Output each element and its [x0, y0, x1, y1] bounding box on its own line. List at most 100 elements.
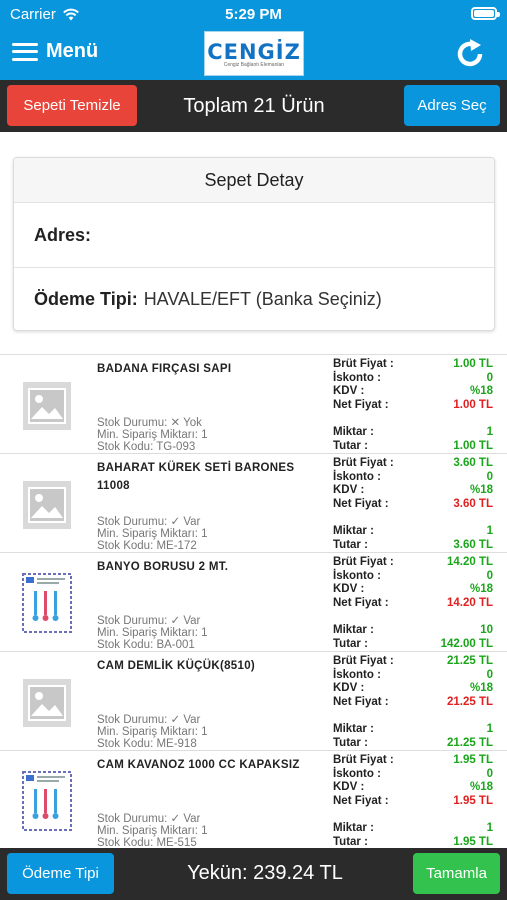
discount: 0 — [486, 470, 493, 483]
discount: 0 — [486, 569, 493, 582]
line-total: 3.60 TL — [453, 538, 493, 551]
discount-label: İskonto : — [333, 371, 381, 384]
cart-item-row[interactable]: BAHARAT KÜREK SETİ BARONES 11008 Stok Dur… — [0, 453, 507, 552]
discount-label: İskonto : — [333, 767, 381, 780]
quantity: 1 — [486, 426, 493, 438]
cart-item-list[interactable]: BADANA FIRÇASI SAPI Stok Durumu: ✕ Yok Min… — [0, 354, 507, 848]
quantity-label: Miktar : — [333, 723, 374, 735]
net-price-label: Net Fiyat : — [333, 497, 389, 510]
stock-code: Stok Kodu: TG-093 — [97, 441, 196, 453]
logo-tagline: Cengiz Bağlantı Elemanları — [223, 61, 285, 68]
net-price: 1.95 TL — [453, 794, 493, 807]
cart-item-row[interactable]: CAM KAVANOZ 1000 CC KAPAKSIZ Stok Durumu:… — [0, 750, 507, 848]
stock-status: Stok Durumu: ✓ Var — [97, 615, 201, 627]
vat: %18 — [469, 781, 493, 793]
product-meta: Stok Durumu: ✓ Var Min. Sipariş Miktarı: … — [97, 615, 208, 651]
quantity: 10 — [480, 624, 493, 636]
gross-price-label: Brüt Fiyat : — [333, 754, 394, 766]
price-summary: Brüt Fiyat : 21.25 TL İskonto : 0 KDV : %18 Ne… — [333, 655, 493, 750]
payment-type-value: HAVALE/EFT (Banka Seçiniz) — [143, 289, 382, 309]
grand-total: Yekün: 239.24 TL — [187, 862, 343, 884]
min-order-qty: Min. Sipariş Miktarı: 1 — [97, 528, 208, 540]
price-summary: Brüt Fiyat : 1.00 TL İskonto : 0 KDV : %18 Net… — [333, 358, 493, 453]
gross-price: 3.60 TL — [453, 457, 493, 469]
vat: %18 — [469, 583, 493, 595]
discount-label: İskonto : — [333, 668, 381, 681]
stock-code: Stok Kodu: ME-918 — [97, 738, 197, 750]
gross-price: 1.00 TL — [453, 358, 493, 370]
min-order-qty: Min. Sipariş Miktarı: 1 — [97, 726, 208, 738]
vat-label: KDV : — [333, 583, 365, 595]
product-meta: Stok Durumu: ✓ Var Min. Sipariş Miktarı: … — [97, 516, 208, 552]
cart-item-row[interactable]: BANYO BORUSU 2 MT. Stok Durumu: ✓ Var Min.… — [0, 552, 507, 651]
image-placeholder-icon — [22, 381, 72, 431]
gross-price: 1.95 TL — [453, 754, 493, 766]
discount: 0 — [486, 767, 493, 780]
net-price-label: Net Fiyat : — [333, 596, 389, 609]
address-row[interactable]: Adres: — [14, 203, 494, 267]
cart-count-title: Toplam 21 Ürün — [183, 95, 325, 117]
cart-item-row[interactable]: BADANA FIRÇASI SAPI Stok Durumu: ✕ Yok Min… — [0, 354, 507, 453]
product-image — [22, 573, 72, 633]
clear-cart-button[interactable]: Sepeti Temizle — [7, 85, 137, 126]
stock-status: Stok Durumu: ✓ Var — [97, 516, 201, 528]
menu-label: Menü — [46, 40, 99, 62]
line-total: 1.00 TL — [453, 439, 493, 452]
hamburger-icon — [12, 42, 38, 61]
discount: 0 — [486, 668, 493, 681]
net-price: 3.60 TL — [453, 497, 493, 510]
vat: %18 — [469, 682, 493, 694]
line-total: 21.25 TL — [446, 736, 493, 749]
gross-price: 14.20 TL — [446, 556, 493, 568]
stock-status: Stok Durumu: ✕ Yok — [97, 417, 202, 429]
vat-label: KDV : — [333, 484, 365, 496]
payment-type-label: Ödeme Tipi: — [34, 289, 138, 309]
quantity-label: Miktar : — [333, 822, 374, 834]
card-title: Sepet Detay — [14, 158, 494, 203]
line-total: 142.00 TL — [440, 637, 493, 650]
quantity-label: Miktar : — [333, 624, 374, 636]
min-order-qty: Min. Sipariş Miktarı: 1 — [97, 429, 208, 441]
gross-price-label: Brüt Fiyat : — [333, 556, 394, 568]
net-price: 14.20 TL — [446, 596, 493, 609]
line-total-label: Tutar : — [333, 637, 368, 650]
gross-price-label: Brüt Fiyat : — [333, 655, 394, 667]
cart-item-row[interactable]: CAM DEMLİK KÜÇÜK(8510) Stok Durumu: ✓ Var… — [0, 651, 507, 750]
complete-order-button[interactable]: Tamamla — [413, 853, 500, 894]
app-header: Carrier 5:29 PM Menü CENGİZ Cengiz Bağla… — [0, 0, 507, 80]
clock: 5:29 PM — [225, 6, 282, 23]
payment-type-row[interactable]: Ödeme Tipi: HAVALE/EFT (Banka Seçiniz) — [14, 267, 494, 330]
quantity: 1 — [486, 525, 493, 537]
gross-price: 21.25 TL — [446, 655, 493, 667]
bottom-bar: Ödeme Tipi Yekün: 239.24 TL Tamamla — [0, 848, 507, 900]
min-order-qty: Min. Sipariş Miktarı: 1 — [97, 825, 208, 837]
quantity-label: Miktar : — [333, 525, 374, 537]
min-order-qty: Min. Sipariş Miktarı: 1 — [97, 627, 208, 639]
line-total: 1.95 TL — [453, 835, 493, 848]
vat-label: KDV : — [333, 385, 365, 397]
discount-label: İskonto : — [333, 569, 381, 582]
product-name: CAM KAVANOZ 1000 CC KAPAKSIZ — [97, 759, 300, 771]
cart-toolbar: Sepeti Temizle Toplam 21 Ürün Adres Seç — [0, 80, 507, 132]
product-name: BANYO BORUSU 2 MT. — [97, 561, 229, 573]
line-total-label: Tutar : — [333, 538, 368, 551]
company-logo: CENGİZ Cengiz Bağlantı Elemanları — [204, 31, 304, 76]
price-summary: Brüt Fiyat : 1.95 TL İskonto : 0 KDV : %18 Net… — [333, 754, 493, 848]
line-total-label: Tutar : — [333, 736, 368, 749]
gross-price-label: Brüt Fiyat : — [333, 358, 394, 370]
net-price: 21.25 TL — [446, 695, 493, 708]
gross-price-label: Brüt Fiyat : — [333, 457, 394, 469]
refresh-icon[interactable] — [453, 37, 487, 71]
product-image — [22, 771, 72, 831]
menu-button[interactable]: Menü — [12, 40, 98, 63]
net-price: 1.00 TL — [453, 398, 493, 411]
vat: %18 — [469, 484, 493, 496]
payment-type-button[interactable]: Ödeme Tipi — [7, 853, 114, 894]
select-address-button[interactable]: Adres Seç — [404, 85, 500, 126]
product-name: CAM DEMLİK KÜÇÜK(8510) — [97, 660, 256, 672]
product-name: BAHARAT KÜREK SETİ BARONES 11008 — [97, 462, 295, 492]
quantity: 1 — [486, 822, 493, 834]
net-price-label: Net Fiyat : — [333, 695, 389, 708]
net-price-label: Net Fiyat : — [333, 398, 389, 411]
discount: 0 — [486, 371, 493, 384]
